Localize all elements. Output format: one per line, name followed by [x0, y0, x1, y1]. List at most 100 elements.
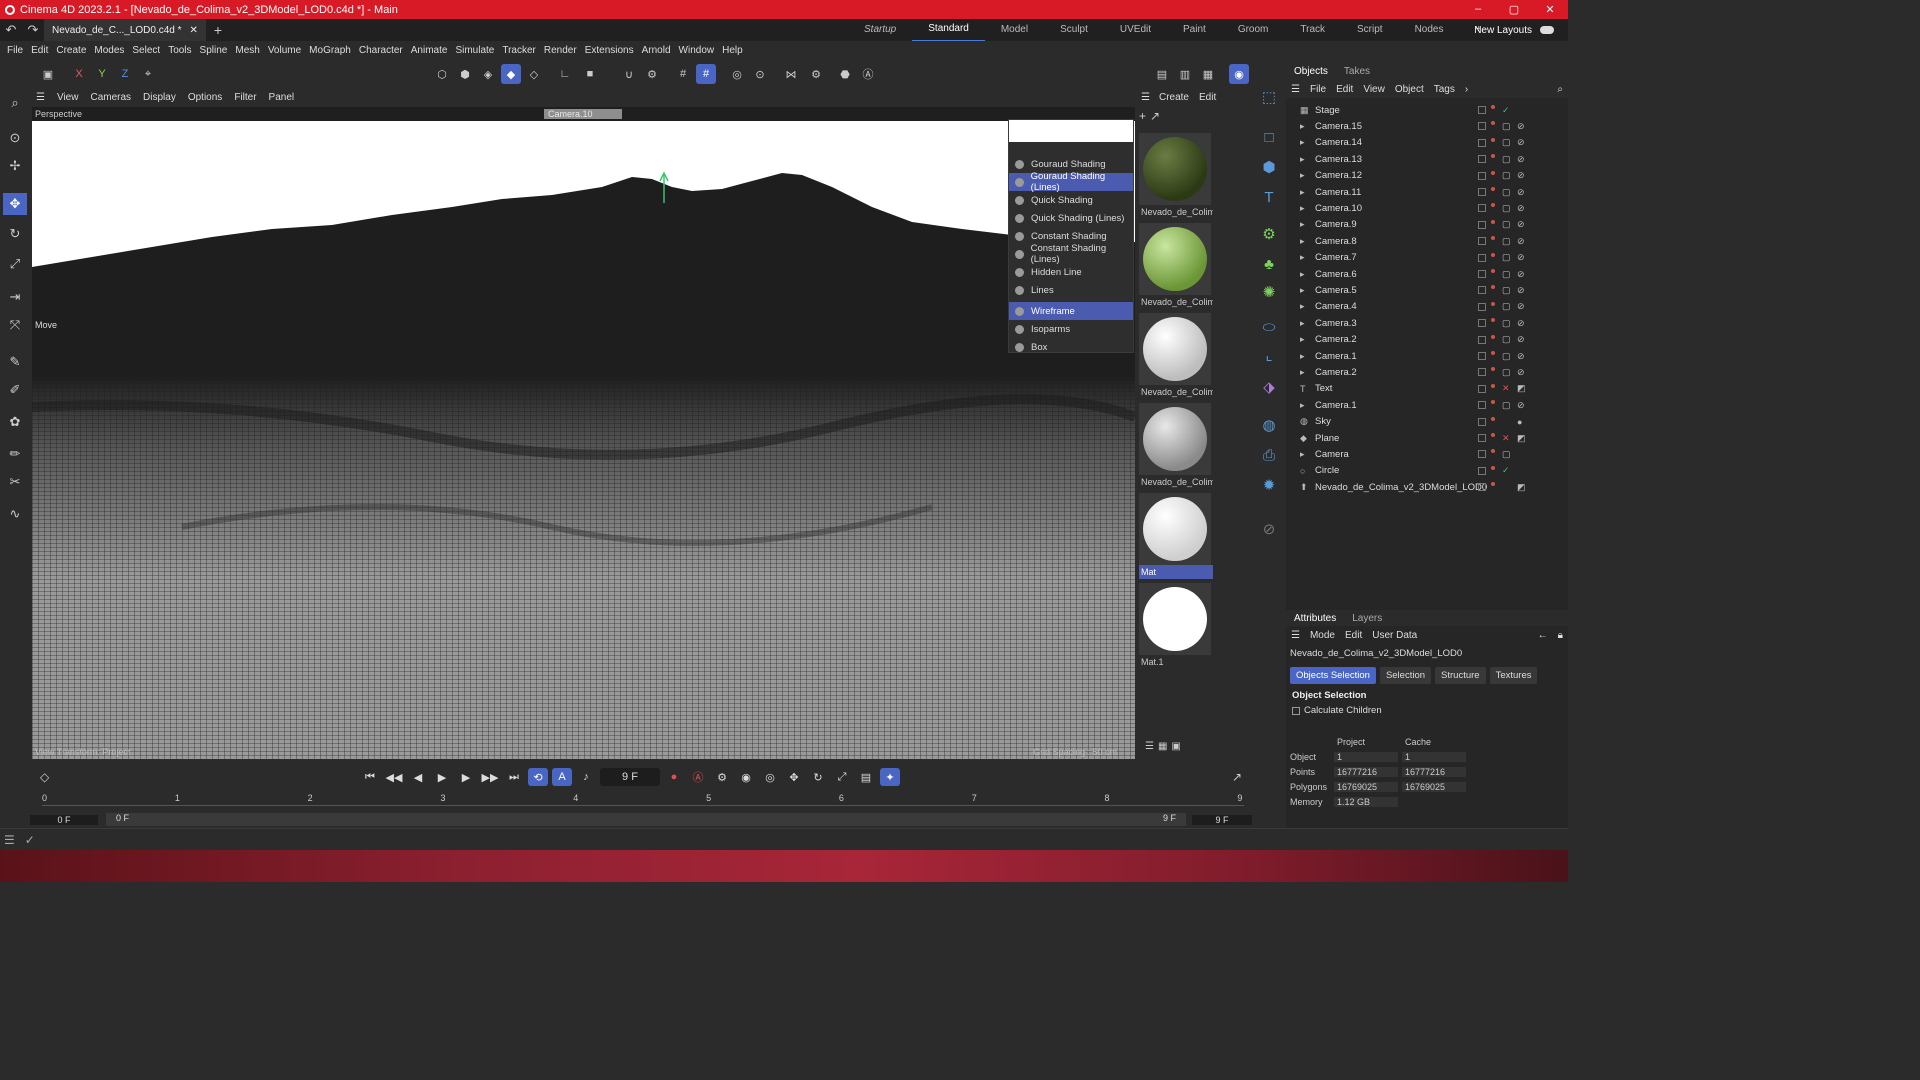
camera-target-icon[interactable]: ▢ — [1502, 449, 1511, 460]
visibility-dots-icon[interactable] — [1491, 236, 1495, 246]
visibility-dots-icon[interactable] — [1491, 383, 1495, 394]
tab-objects[interactable]: Objects — [1286, 66, 1336, 77]
objects-menu-file[interactable]: File — [1305, 84, 1331, 95]
cloner-icon[interactable]: ♣ — [1257, 252, 1281, 276]
object-row[interactable]: ▦ Stage ✓ — [1286, 102, 1568, 118]
cube-outline-icon[interactable]: □ — [1257, 125, 1281, 149]
key-param-icon[interactable]: ▤ — [856, 768, 876, 786]
camera-target-icon[interactable]: ▢ — [1502, 285, 1511, 296]
camera-target-icon[interactable]: ▢ — [1502, 121, 1511, 132]
material-menu-edit[interactable]: Edit — [1194, 92, 1221, 103]
edit-toggle-icon[interactable] — [1478, 188, 1486, 196]
render-picture-viewer-icon[interactable]: ▥ — [1175, 64, 1195, 84]
keyframe-settings-icon[interactable]: ⚙ — [712, 768, 732, 786]
viewport-menu-panel[interactable]: Panel — [263, 92, 301, 103]
camera-icon[interactable]: ⎙ — [1257, 443, 1281, 467]
selection-tool-icon[interactable]: ⊙ — [3, 127, 27, 149]
menu-simulate[interactable]: Simulate — [451, 45, 498, 56]
model-mode-icon[interactable]: ⬡ — [432, 64, 452, 84]
edit-toggle-icon[interactable] — [1478, 319, 1486, 328]
protection-tag-icon[interactable]: ⊘ — [1517, 154, 1525, 165]
motion-clip-icon[interactable]: ◉ — [736, 768, 756, 786]
lock-z-axis-button[interactable]: Z — [115, 64, 135, 84]
edit-toggle-icon[interactable] — [1478, 204, 1486, 213]
layout-model[interactable]: Model — [985, 19, 1044, 41]
object-row[interactable]: ▸ Camera ▢ — [1286, 446, 1568, 462]
loop-button[interactable]: ⟲ — [528, 768, 548, 786]
lock-icon[interactable]: 🔒︎ — [1553, 630, 1568, 641]
undo-history-icon[interactable]: ▣ — [38, 64, 58, 84]
edit-toggle-icon[interactable] — [1478, 270, 1486, 278]
edit-toggle-icon[interactable] — [1478, 253, 1486, 262]
object-row[interactable]: ◆ Plane ✕ ◩ — [1286, 430, 1568, 446]
sound-icon[interactable]: ♪ — [576, 768, 596, 786]
menu-item-wireframe[interactable]: Wireframe — [1009, 302, 1133, 320]
visibility-dots-icon[interactable] — [1491, 154, 1495, 164]
move-tool-icon[interactable]: ✥ — [3, 193, 27, 215]
layout-nodes[interactable]: Nodes — [1399, 19, 1460, 41]
edit-toggle-icon[interactable] — [1478, 401, 1486, 410]
cursor-tool-icon[interactable]: ⬚ — [1257, 85, 1281, 109]
object-row[interactable]: ▸ Camera.3 ▢ ⊘ — [1286, 315, 1568, 331]
visibility-dots-icon[interactable] — [1491, 203, 1495, 213]
field-icon[interactable]: ⬭ — [1257, 315, 1281, 339]
viewport-menu-view[interactable]: View — [51, 92, 85, 103]
material-swatch[interactable]: Nevado_de_Colim — [1139, 403, 1213, 489]
menu-tools[interactable]: Tools — [164, 45, 195, 56]
uv-mode-icon[interactable]: ◇ — [524, 64, 544, 84]
attributes-menu-userdata[interactable]: User Data — [1367, 630, 1422, 641]
sky-material-tag-icon[interactable]: ● — [1517, 417, 1522, 427]
coordinate-system-icon[interactable]: ⌖ — [138, 64, 158, 84]
menu-item-quick-shading[interactable]: Quick Shading — [1009, 191, 1133, 209]
menu-item-isoparms[interactable]: Isoparms — [1009, 320, 1133, 338]
viewport-menu-icon[interactable]: ☰ — [30, 92, 51, 103]
edit-toggle-icon[interactable] — [1478, 122, 1486, 131]
undo-icon[interactable]: ↶ — [6, 22, 17, 38]
visibility-dots-icon[interactable] — [1491, 465, 1495, 476]
arnold-icon[interactable]: ⬣ — [835, 64, 855, 84]
protection-tag-icon[interactable]: ⊘ — [1517, 269, 1525, 280]
camera-target-icon[interactable]: ▢ — [1502, 187, 1511, 198]
visibility-dots-icon[interactable] — [1491, 334, 1495, 345]
protection-tag-icon[interactable]: ⊘ — [1517, 170, 1525, 181]
menu-spline[interactable]: Spline — [196, 45, 232, 56]
layout-paint[interactable]: Paint — [1167, 19, 1222, 41]
menu-character[interactable]: Character — [355, 45, 407, 56]
menu-tracker[interactable]: Tracker — [498, 45, 540, 56]
deformer-icon[interactable]: ✺ — [1257, 280, 1281, 304]
object-row[interactable]: ▸ Camera.2 ▢ ⊘ — [1286, 332, 1568, 348]
add-material-icon[interactable]: + — [1139, 109, 1146, 123]
rotate-tool-icon[interactable]: ↻ — [3, 223, 27, 245]
visibility-dots-icon[interactable] — [1491, 170, 1495, 181]
object-row[interactable]: ▸ Camera.7 ▢ ⊘ — [1286, 250, 1568, 266]
document-tab[interactable]: Nevado_de_C..._LOD0.c4d * ✕ — [44, 19, 206, 41]
object-row[interactable]: ▸ Camera.1 ▢ ⊘ — [1286, 348, 1568, 364]
objects-menu-icon[interactable]: ☰ — [1286, 84, 1305, 95]
protection-tag-icon[interactable]: ⊘ — [1517, 351, 1525, 362]
edit-render-settings-icon[interactable]: ▦ — [1198, 64, 1218, 84]
edit-toggle-icon[interactable] — [1478, 466, 1486, 475]
object-row[interactable]: ▸ Camera.4 ▢ ⊘ — [1286, 299, 1568, 315]
visibility-dots-icon[interactable] — [1491, 482, 1495, 492]
console-menu-icon[interactable]: ☰ — [4, 833, 15, 847]
objects-menu-view[interactable]: View — [1358, 84, 1390, 95]
layout-groom[interactable]: Groom — [1222, 19, 1285, 41]
grid-icon[interactable]: # — [673, 64, 693, 84]
visibility-dots-icon[interactable] — [1491, 121, 1495, 131]
attributes-menu-edit[interactable]: Edit — [1340, 630, 1367, 641]
camera-target-icon[interactable]: ▢ — [1502, 137, 1511, 148]
scene-icon[interactable]: ⬗ — [1257, 375, 1281, 399]
next-key-button[interactable]: ▶▶ — [480, 768, 500, 786]
menu-window[interactable]: Window — [675, 45, 719, 56]
tab-layers[interactable]: Layers — [1344, 613, 1390, 624]
visibility-dots-icon[interactable] — [1491, 318, 1495, 328]
menu-volume[interactable]: Volume — [264, 45, 305, 56]
new-layouts-toggle[interactable] — [1540, 26, 1554, 34]
edit-toggle-icon[interactable] — [1478, 138, 1486, 147]
menu-create[interactable]: Create — [52, 45, 90, 56]
menu-item-quick-shading-lines[interactable]: Quick Shading (Lines) — [1009, 209, 1133, 227]
menu-arnold[interactable]: Arnold — [638, 45, 675, 56]
edit-toggle-icon[interactable] — [1478, 155, 1486, 164]
menu-mograph[interactable]: MoGraph — [305, 45, 355, 56]
edit-toggle-icon[interactable] — [1478, 483, 1486, 492]
